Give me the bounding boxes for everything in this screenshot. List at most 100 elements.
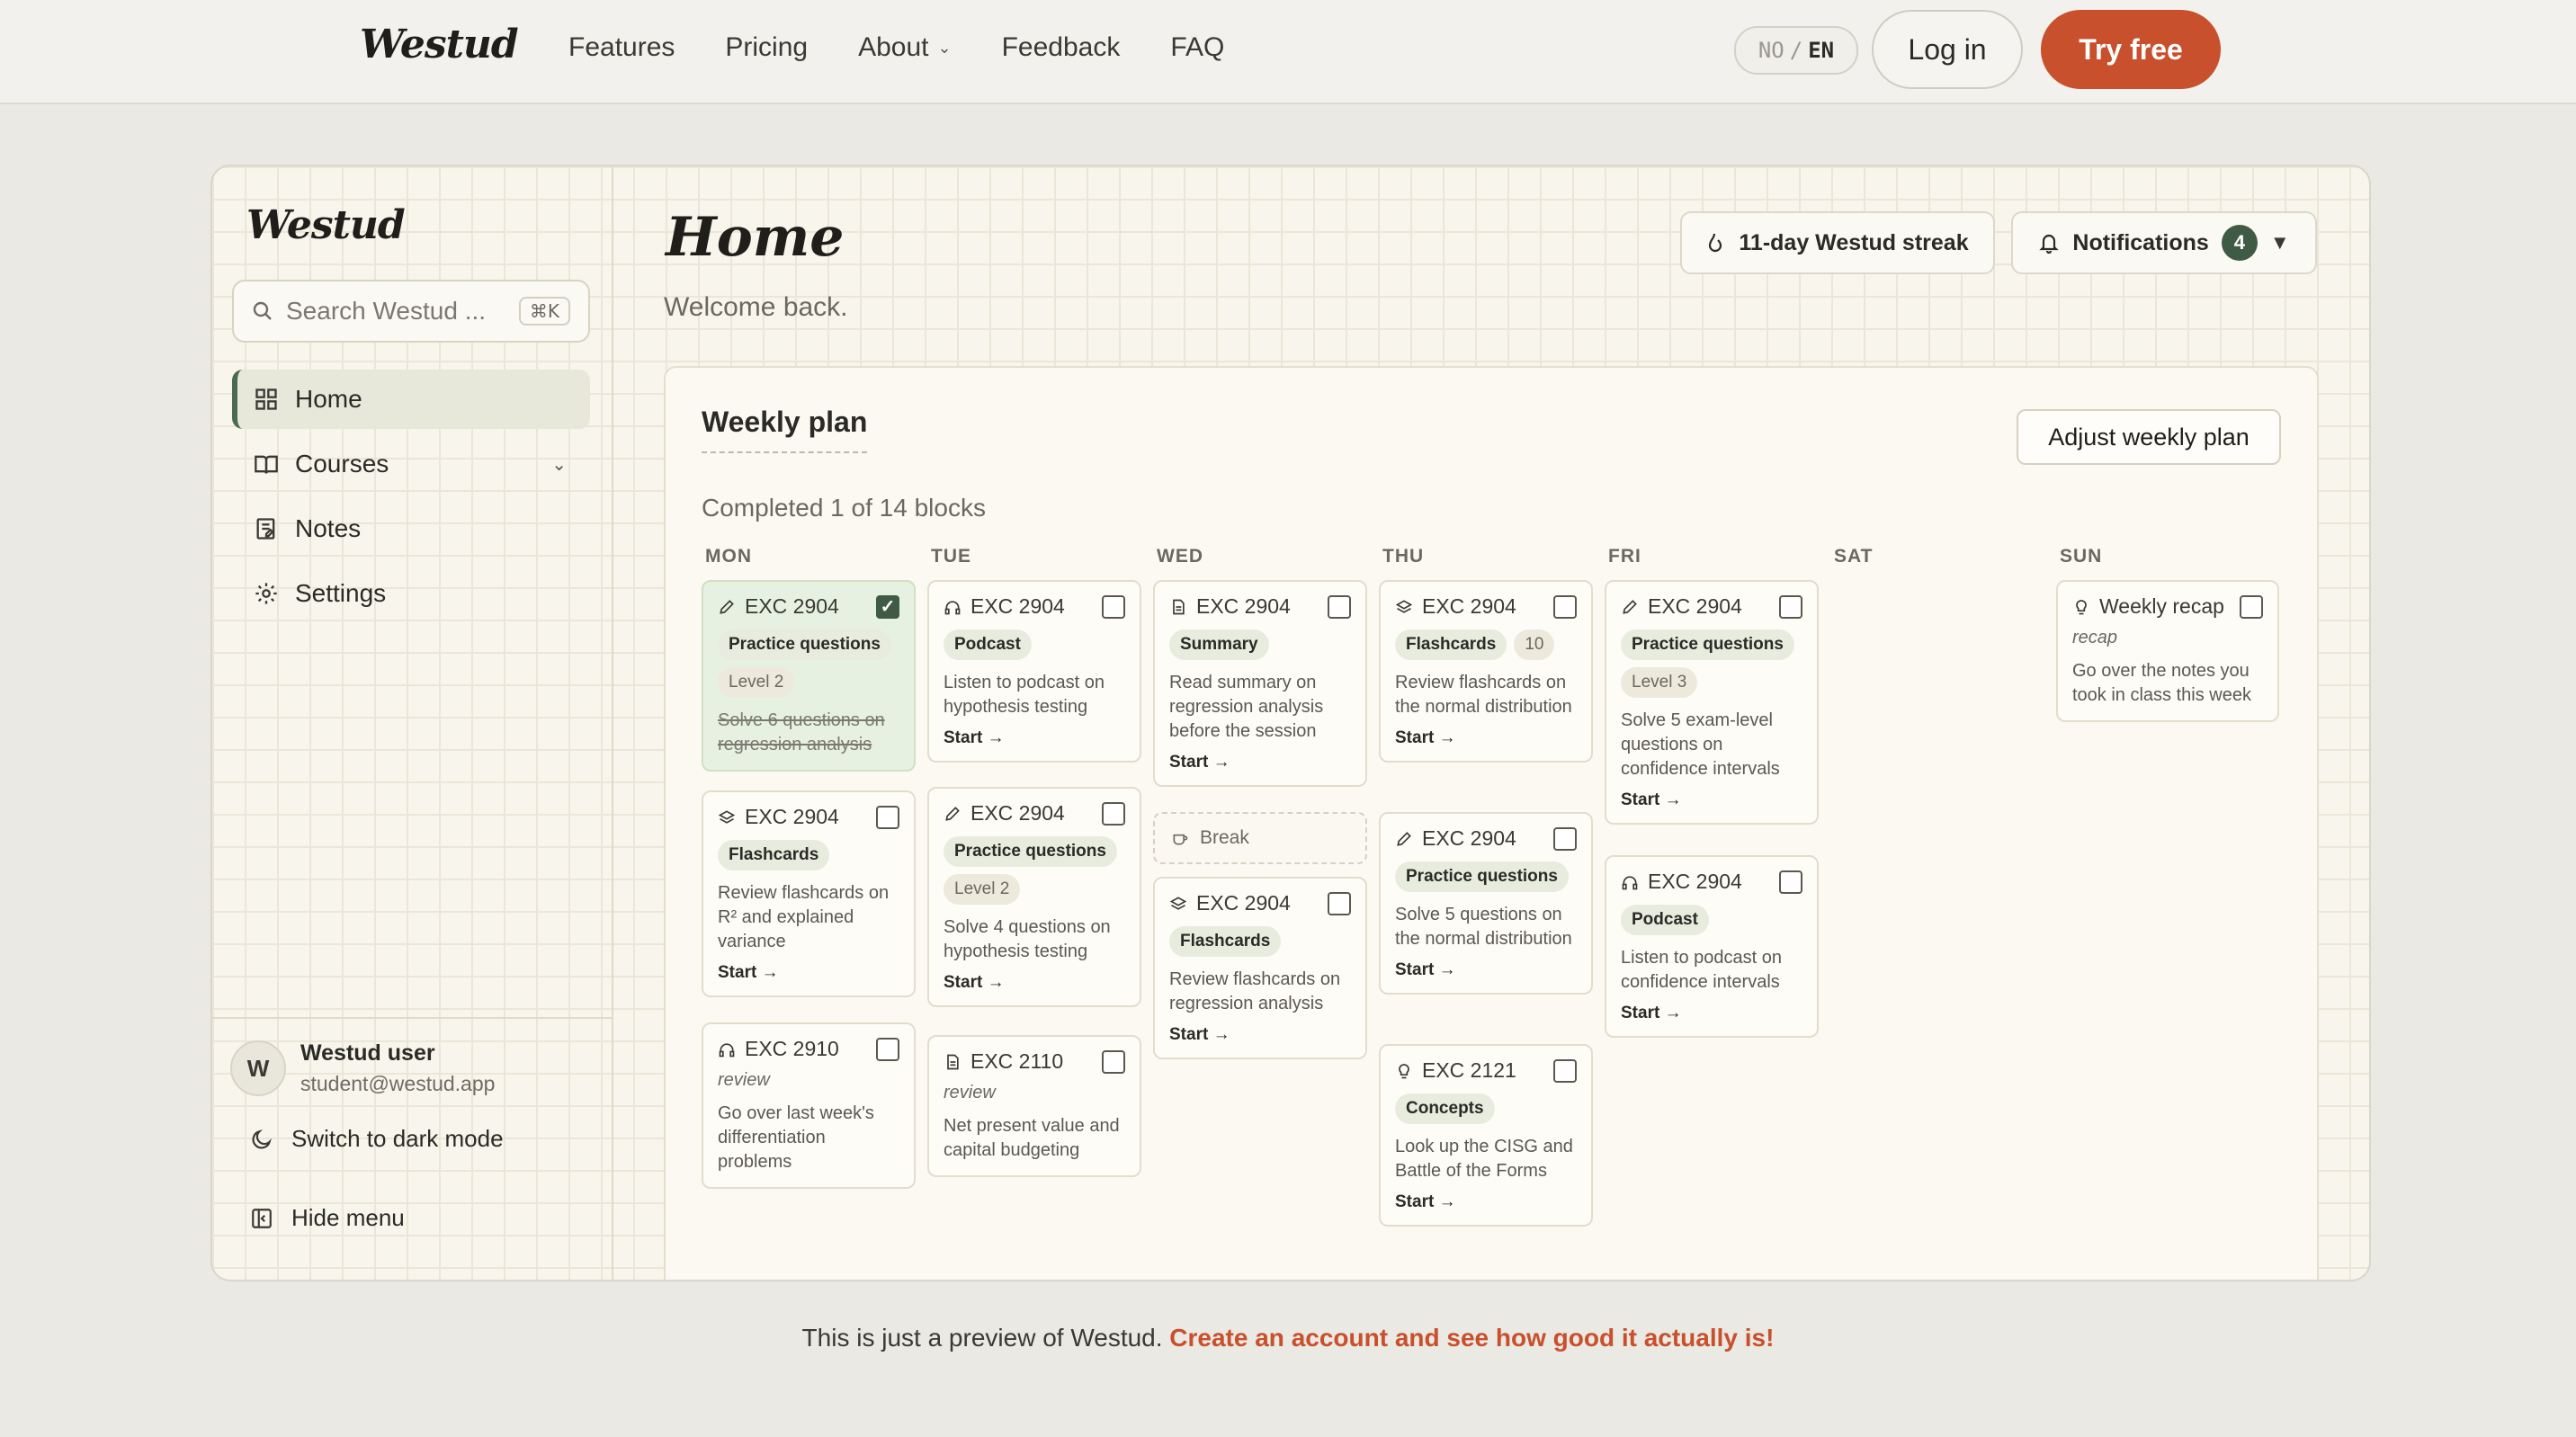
block-description: Listen to podcast on confidence interval… — [1621, 948, 1783, 992]
sidebar-item-courses[interactable]: Courses ⌄ — [232, 434, 590, 494]
start-link[interactable]: Start → — [1621, 1004, 1802, 1023]
plan-block[interactable]: EXC 2121 Concepts Look up the CISG and B… — [1379, 1044, 1593, 1227]
search-input[interactable]: Search Westud ... ⌘K — [232, 280, 590, 343]
block-description: Read summary on regression analysis befo… — [1169, 673, 1324, 741]
nav-faq[interactable]: FAQ — [1170, 32, 1224, 63]
language-toggle[interactable]: NO / EN — [1734, 26, 1858, 75]
start-link[interactable]: Start → — [1395, 1192, 1577, 1212]
block-checkbox[interactable] — [1102, 594, 1125, 619]
start-link[interactable]: Start → — [1169, 753, 1351, 772]
app-logo[interactable]: Westud — [246, 202, 406, 248]
sidebar-divider — [212, 1017, 612, 1019]
triangle-down-icon[interactable]: ▼ — [2270, 231, 2290, 254]
sidebar-item-label: Home — [295, 385, 362, 413]
course-code: EXC 2904 — [1196, 891, 1291, 915]
block-checkbox[interactable] — [1779, 594, 1802, 619]
grid-icon — [254, 387, 279, 412]
document-icon — [1169, 598, 1187, 616]
lang-no[interactable]: NO — [1758, 38, 1784, 63]
pencil-icon — [944, 805, 962, 823]
layers-icon — [1169, 895, 1187, 913]
block-checkbox[interactable] — [1102, 1049, 1125, 1074]
plan-block[interactable]: EXC 2904 Flashcards Review flashcards on… — [1153, 877, 1367, 1059]
site-logo[interactable]: Westud — [360, 22, 519, 67]
block-checkbox[interactable] — [876, 1037, 899, 1061]
streak-badge[interactable]: 11-day Westud streak — [1680, 211, 1995, 274]
block-checkbox[interactable] — [1328, 891, 1351, 915]
level-tag: Level 3 — [1621, 667, 1698, 698]
start-link[interactable]: Start → — [944, 973, 1125, 993]
block-checkbox[interactable] — [1102, 801, 1125, 826]
plan-block[interactable]: EXC 2904 Podcast Listen to podcast on hy… — [927, 580, 1141, 763]
sidebar-item-notes[interactable]: Notes — [232, 499, 590, 558]
chevron-down-icon: ⌄ — [937, 38, 952, 57]
start-link[interactable]: Start → — [1621, 790, 1802, 810]
block-type-tag: Practice questions — [944, 836, 1117, 867]
coffee-icon — [1171, 829, 1189, 847]
hide-menu-label: Hide menu — [291, 1204, 405, 1231]
plan-block[interactable]: EXC 2904 Practice questions Level 2 Solve… — [927, 787, 1141, 1007]
plan-block[interactable]: EXC 2904 Summary Read summary on regress… — [1153, 580, 1367, 787]
layers-icon — [1395, 598, 1413, 616]
block-description: Go over last week's differentiation prob… — [718, 1103, 874, 1172]
nav-pricing[interactable]: Pricing — [725, 32, 808, 63]
block-checkbox[interactable] — [1553, 826, 1577, 851]
block-checkbox[interactable] — [1779, 870, 1802, 894]
plan-block[interactable]: EXC 2904 Podcast Listen to podcast on co… — [1605, 855, 1819, 1038]
try-free-button[interactable]: Try free — [2041, 10, 2221, 89]
plan-block[interactable]: Weekly recap recap Go over the notes you… — [2056, 580, 2279, 722]
chevron-down-icon[interactable]: ⌄ — [551, 453, 567, 476]
avatar: W — [230, 1040, 286, 1096]
hide-menu-button[interactable]: Hide menu — [250, 1204, 405, 1232]
start-link[interactable]: Start → — [1395, 960, 1577, 980]
login-button[interactable]: Log in — [1872, 10, 2023, 89]
preview-footer: This is just a preview of Westud. Create… — [0, 1324, 2576, 1352]
start-link[interactable]: Start → — [718, 963, 899, 983]
start-link[interactable]: Start → — [1395, 728, 1577, 748]
sidebar-item-settings[interactable]: Settings — [232, 564, 590, 623]
course-code: EXC 2904 — [1196, 594, 1291, 618]
sidebar-collapse-icon — [250, 1207, 273, 1230]
dark-mode-toggle[interactable]: Switch to dark mode — [250, 1125, 504, 1153]
plan-block[interactable]: EXC 2110 review Net present value and ca… — [927, 1035, 1141, 1177]
user-card[interactable]: W Westud user student@westud.app — [230, 1040, 495, 1096]
create-account-link[interactable]: Create an account and see how good it ac… — [1169, 1324, 1774, 1352]
gear-icon — [254, 581, 279, 606]
day-label-fri: FRI — [1608, 546, 1641, 567]
day-label-sat: SAT — [1834, 546, 1874, 567]
app-preview: Westud Search Westud ... ⌘K Home Courses… — [210, 165, 2371, 1281]
plan-block[interactable]: EXC 2904 Practice questions Level 3 Solve… — [1605, 580, 1819, 825]
block-type-tag: Concepts — [1395, 1093, 1495, 1124]
block-description: Solve 6 questions on regression analysis — [718, 710, 885, 754]
main-content: Home Welcome back. 11-day Westud streak … — [613, 166, 2367, 1280]
block-checkbox[interactable] — [1553, 1058, 1577, 1083]
block-checkbox[interactable] — [1553, 594, 1577, 619]
document-icon — [944, 1053, 962, 1071]
block-kind: recap — [2072, 628, 2118, 647]
nav-feedback[interactable]: Feedback — [1002, 32, 1121, 63]
block-type-tag: Practice questions — [1395, 861, 1569, 892]
sidebar-item-label: Settings — [295, 579, 387, 607]
start-link[interactable]: Start → — [944, 728, 1125, 748]
nav-about[interactable]: About ⌄ — [858, 32, 952, 63]
block-checkbox-checked[interactable]: ✓ — [876, 594, 899, 619]
plan-block[interactable]: EXC 2904 ✓ Practice questions Level 2 Solv… — [702, 580, 916, 772]
notifications-button[interactable]: Notifications 4 ▼ — [2011, 211, 2317, 274]
block-checkbox[interactable] — [1328, 594, 1351, 619]
headphones-icon — [718, 1040, 736, 1058]
sidebar-item-home[interactable]: Home — [232, 370, 590, 429]
block-checkbox[interactable] — [876, 805, 899, 829]
pencil-icon — [1621, 598, 1639, 616]
adjust-weekly-plan-button[interactable]: Adjust weekly plan — [2017, 409, 2281, 465]
block-type-tag: Summary — [1169, 629, 1269, 660]
plan-block[interactable]: EXC 2904 Practice questions Solve 5 ques… — [1379, 812, 1593, 995]
plan-block[interactable]: EXC 2904 Flashcards Review flashcards on… — [702, 790, 916, 997]
block-checkbox[interactable] — [2240, 594, 2263, 619]
start-link[interactable]: Start → — [1169, 1025, 1351, 1045]
progress-text: Completed 1 of 14 blocks — [702, 494, 986, 522]
plan-block[interactable]: EXC 2904 Flashcards 10 Review flashcards … — [1379, 580, 1593, 763]
block-description: Net present value and capital budgeting — [944, 1116, 1120, 1160]
lang-en[interactable]: EN — [1808, 38, 1834, 63]
nav-features[interactable]: Features — [568, 32, 675, 63]
plan-block[interactable]: EXC 2910 review Go over last week's diff… — [702, 1022, 916, 1189]
